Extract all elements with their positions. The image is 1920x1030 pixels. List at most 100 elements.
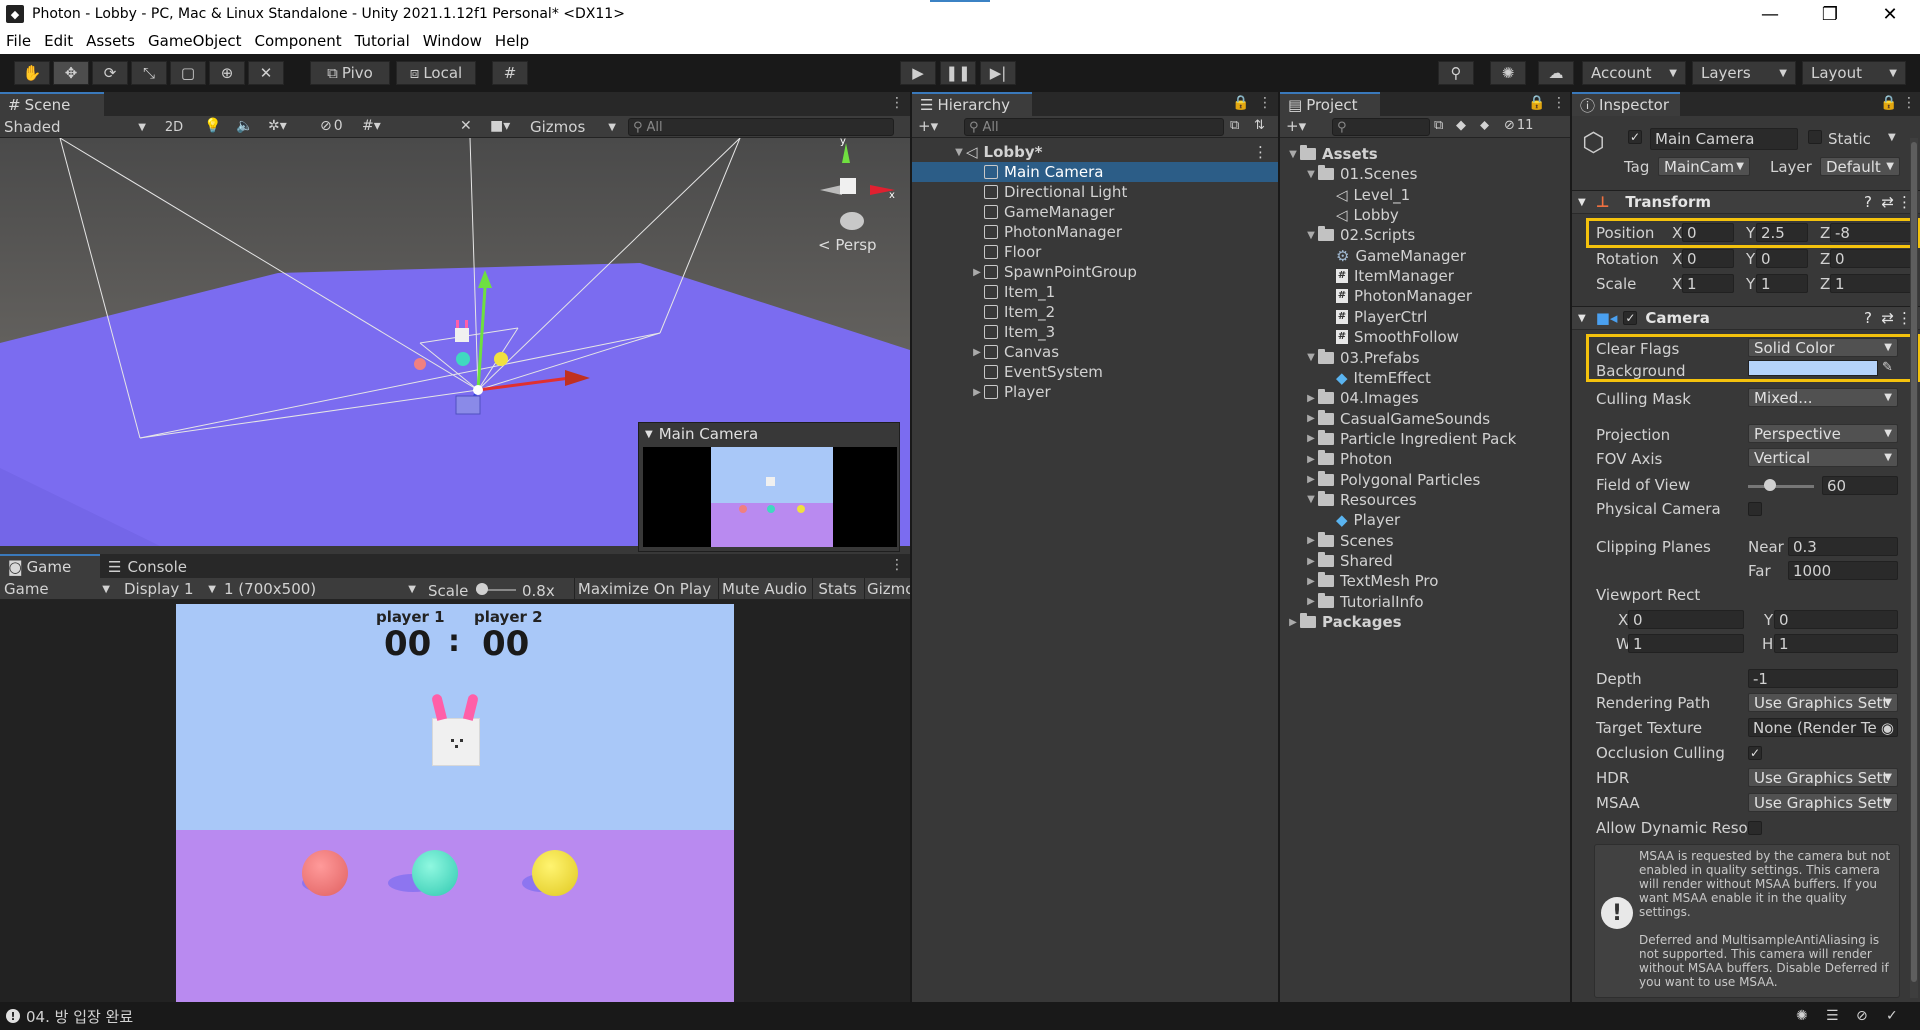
culling-mask-dropdown[interactable]: Mixed... ▼ [1748,388,1898,407]
label-filter-icon[interactable]: ◆ [1456,118,1466,133]
hierarchy-item[interactable]: ▶ SpawnPointGroup [912,262,1278,282]
fov-axis-dropdown[interactable]: Vertical ▼ [1748,448,1898,467]
menu-tutorial[interactable]: Tutorial [355,32,410,50]
gizmos-dropdown[interactable]: Gizmos ▼ [530,118,616,136]
rotation-z-field[interactable]: 0 [1830,249,1912,268]
tools-icon[interactable]: ✕ [460,118,472,134]
tab-hierarchy[interactable]: ☰ Hierarchy [912,92,1032,116]
viewport-w-field[interactable]: 1 [1628,634,1744,653]
triangle-right-icon[interactable]: ▶ [1304,596,1318,607]
game-view[interactable]: player 1 player 2 00 : 00 [176,604,734,1002]
scale-x-field[interactable]: 1 [1682,274,1734,293]
lighting-icon[interactable]: 💡 [204,118,221,134]
rotation-x-field[interactable]: 0 [1682,249,1734,268]
hierarchy-item[interactable]: Item_3 [912,322,1278,342]
active-checkbox[interactable]: ✓ [1628,130,1642,144]
project-item[interactable]: ▼ Assets [1280,144,1570,164]
step-button[interactable]: ▶| [980,61,1016,85]
menu-edit[interactable]: Edit [44,32,73,50]
occlusion-culling-checkbox[interactable]: ✓ [1748,746,1762,760]
help-icon[interactable]: ? [1864,193,1872,211]
persp-label[interactable]: < Persp [818,236,877,254]
fov-slider-track[interactable] [1748,485,1814,488]
pause-button[interactable]: ❚❚ [940,61,976,85]
tab-inspector[interactable]: ⓘ Inspector [1572,92,1680,116]
cloud-icon[interactable]: ☁ [1538,61,1574,85]
triangle-right-icon[interactable]: ▶ [1286,617,1300,628]
hierarchy-item[interactable]: PhotonManager [912,222,1278,242]
project-item[interactable]: ▶ Particle Ingredient Pack [1280,429,1570,449]
transform-header[interactable]: ▼ ⊥ Transform ? ⇄ ⋮ [1572,190,1920,214]
menu-gameobject[interactable]: GameObject [148,32,242,50]
hdr-dropdown[interactable]: Use Graphics Sett ▼ [1748,768,1898,787]
project-item[interactable]: ▼ 01.Scenes [1280,164,1570,184]
position-x-field[interactable]: 0 [1682,223,1734,242]
menu-assets[interactable]: Assets [86,32,135,50]
sort-icon[interactable]: ⇅ [1254,118,1265,133]
project-item[interactable]: ▶ CasualGameSounds [1280,409,1570,429]
hierarchy-item[interactable]: Main Camera [912,162,1278,182]
eyedropper-icon[interactable]: ✎ [1882,360,1893,375]
triangle-down-icon[interactable]: ▼ [1304,352,1318,363]
target-texture-field[interactable]: None (Render Te ◉ [1748,718,1898,737]
chevron-down-icon[interactable]: ▼ [1888,132,1896,143]
hand-tool-icon[interactable]: ✋ [14,61,50,85]
fov-slider-thumb[interactable] [1763,479,1776,491]
mute-audio-toggle[interactable]: Mute Audio [718,578,810,600]
layout-dropdown[interactable]: Layout ▼ [1802,61,1906,85]
menu-help[interactable]: Help [495,32,529,50]
camera-icon[interactable]: ■▾ [490,118,510,134]
tag-dropdown[interactable]: MainCam ▼ [1658,157,1750,176]
triangle-right-icon[interactable]: ▶ [1304,556,1318,567]
kebab-menu-icon[interactable]: ⋮ [1253,143,1268,161]
camera-enabled-checkbox[interactable]: ✓ [1623,311,1638,325]
projection-dropdown[interactable]: Perspective ▼ [1748,424,1898,443]
camera-header[interactable]: ▼ ■◂ ✓ Camera ? ⇄ ⋮ [1572,306,1920,330]
triangle-right-icon[interactable]: ▶ [1304,576,1318,587]
play-button[interactable]: ▶ [900,61,936,85]
hierarchy-item[interactable]: Item_1 [912,282,1278,302]
project-item[interactable]: ◁ Level_1 [1280,185,1570,205]
hierarchy-item[interactable]: EventSystem [912,362,1278,382]
scale-z-field[interactable]: 1 [1830,274,1912,293]
near-field[interactable]: 0.3 [1788,537,1898,556]
kebab-menu-icon[interactable]: ⋮ [890,557,904,573]
project-item[interactable]: ◁ Lobby [1280,205,1570,225]
position-z-field[interactable]: -8 [1830,223,1912,242]
layers-dropdown[interactable]: Layers ▼ [1692,61,1796,85]
triangle-right-icon[interactable]: ▶ [970,347,984,358]
layers-stack-icon[interactable]: ☰ [1826,1008,1839,1024]
triangle-down-icon[interactable]: ▼ [1304,494,1318,505]
triangle-right-icon[interactable]: ▶ [1304,535,1318,546]
scale-y-field[interactable]: 1 [1756,274,1808,293]
stats-toggle[interactable]: Stats [812,578,862,600]
kebab-menu-icon[interactable]: ⋮ [890,95,904,111]
menu-component[interactable]: Component [255,32,342,50]
grid-icon[interactable]: #▾ [362,118,381,134]
dynamic-resolution-checkbox[interactable] [1748,821,1762,835]
lock-icon[interactable]: 🔒 [1880,95,1897,111]
menu-file[interactable]: File [6,32,31,50]
search-icon[interactable]: ⚲ [1438,61,1474,85]
project-item[interactable]: ▶ Photon [1280,449,1570,469]
rotation-y-field[interactable]: 0 [1756,249,1808,268]
project-item[interactable]: ▼ 02.Scripts [1280,225,1570,245]
move-tool-icon[interactable]: ✥ [53,61,89,85]
project-item[interactable]: # PhotonManager [1280,286,1570,306]
project-item[interactable]: # ItemManager [1280,266,1570,286]
project-item[interactable]: ▼ 03.Prefabs [1280,348,1570,368]
2d-toggle[interactable]: 2D [158,118,190,136]
object-name-field[interactable]: Main Camera [1650,128,1798,150]
triangle-down-icon[interactable]: ▼ [1304,169,1318,180]
project-item[interactable]: ▶ Scenes [1280,531,1570,551]
project-item[interactable]: ⚙ GameManager [1280,246,1570,266]
help-icon[interactable]: ? [1864,309,1872,327]
depth-field[interactable]: -1 [1748,669,1898,688]
project-item[interactable]: ▶ TutorialInfo [1280,592,1570,612]
project-item[interactable]: # PlayerCtrl [1280,307,1570,327]
triangle-right-icon[interactable]: ▶ [1304,474,1318,485]
display-dropdown[interactable]: Display 1 ▼ [124,580,216,598]
scale-tool-icon[interactable]: ⤡ [131,61,167,85]
triangle-right-icon[interactable]: ▶ [970,267,984,278]
msaa-dropdown[interactable]: Use Graphics Sett ▼ [1748,793,1898,812]
